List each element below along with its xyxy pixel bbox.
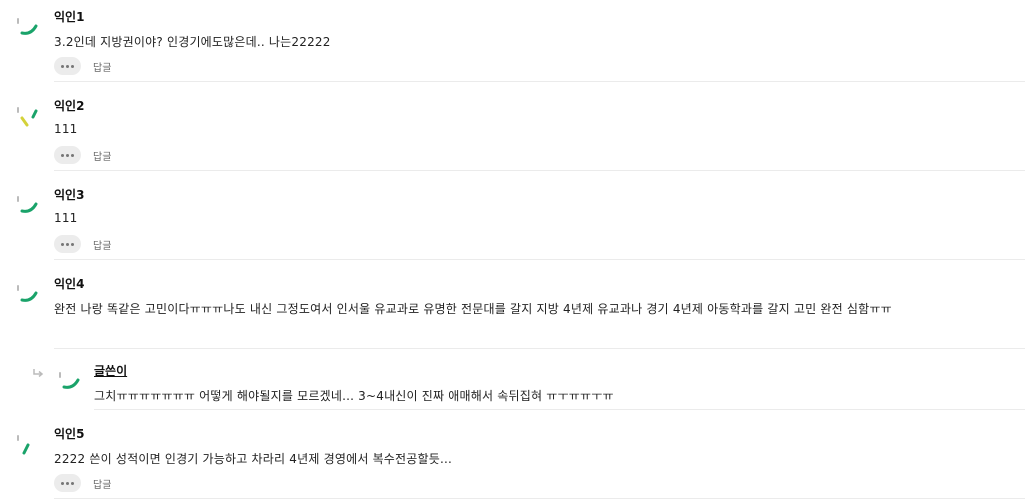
comment-author[interactable]: 익인3 (54, 186, 84, 203)
avatar[interactable] (14, 190, 40, 216)
comment-item: 익인1 3.2인데 지방권이야? 인경기에도많은데.. 나는22222 답글 (0, 2, 1025, 82)
avatar[interactable] (14, 12, 40, 38)
comment-text: 2222 쓴이 성적이면 인경기 가능하고 차라리 4년제 경영에서 복수전공할… (54, 452, 453, 466)
reply-button[interactable]: 답글 (93, 237, 111, 252)
comment-author[interactable]: 익인5 (54, 425, 84, 442)
comment-text: 111 (54, 122, 78, 136)
comment-item: 익인2 111 답글 (0, 91, 1025, 171)
comment-item: 익인4 완전 나랑 똑같은 고민이다ㅠㅠㅠ나도 내신 그정도여서 인서울 유교과… (0, 269, 1025, 349)
divider (54, 259, 1025, 260)
comment-text: 완전 나랑 똑같은 고민이다ㅠㅠㅠ나도 내신 그정도여서 인서울 유교과로 유명… (54, 302, 892, 316)
reply-button[interactable]: 답글 (93, 148, 111, 163)
reply-button[interactable]: 답글 (93, 59, 111, 74)
avatar[interactable] (14, 279, 40, 305)
divider (54, 170, 1025, 171)
avatar[interactable] (56, 366, 82, 392)
comment-text: 그치ㅠㅠㅠㅠㅠㅠㅠ 어떻게 해야될지를 모르겠네... 3~4내신이 진짜 애매… (94, 389, 614, 403)
more-options-button[interactable] (54, 235, 81, 253)
comment-author[interactable]: 익인1 (54, 8, 84, 25)
comment-item: 익인3 111 답글 (0, 180, 1025, 260)
reply-arrow-icon (33, 369, 44, 378)
more-options-button[interactable] (54, 474, 81, 492)
divider (54, 348, 1025, 349)
divider (94, 409, 1025, 410)
divider (54, 498, 1025, 499)
avatar[interactable] (14, 101, 40, 127)
more-options-button[interactable] (54, 146, 81, 164)
reply-button[interactable]: 답글 (93, 476, 111, 491)
avatar[interactable] (14, 429, 40, 455)
more-options-button[interactable] (54, 57, 81, 75)
comment-text: 111 (54, 211, 78, 225)
comment-item: 익인5 2222 쓴이 성적이면 인경기 가능하고 차라리 4년제 경영에서 복… (0, 419, 1025, 500)
comment-author[interactable]: 익인4 (54, 275, 84, 292)
reply-item: 글쓴이 그치ㅠㅠㅠㅠㅠㅠㅠ 어떻게 해야될지를 모르겠네... 3~4내신이 진… (0, 356, 1025, 412)
comment-author[interactable]: 익인2 (54, 97, 84, 114)
comment-text: 3.2인데 지방권이야? 인경기에도많은데.. 나는22222 (54, 35, 331, 49)
divider (54, 81, 1025, 82)
comment-author[interactable]: 글쓴이 (94, 362, 127, 379)
